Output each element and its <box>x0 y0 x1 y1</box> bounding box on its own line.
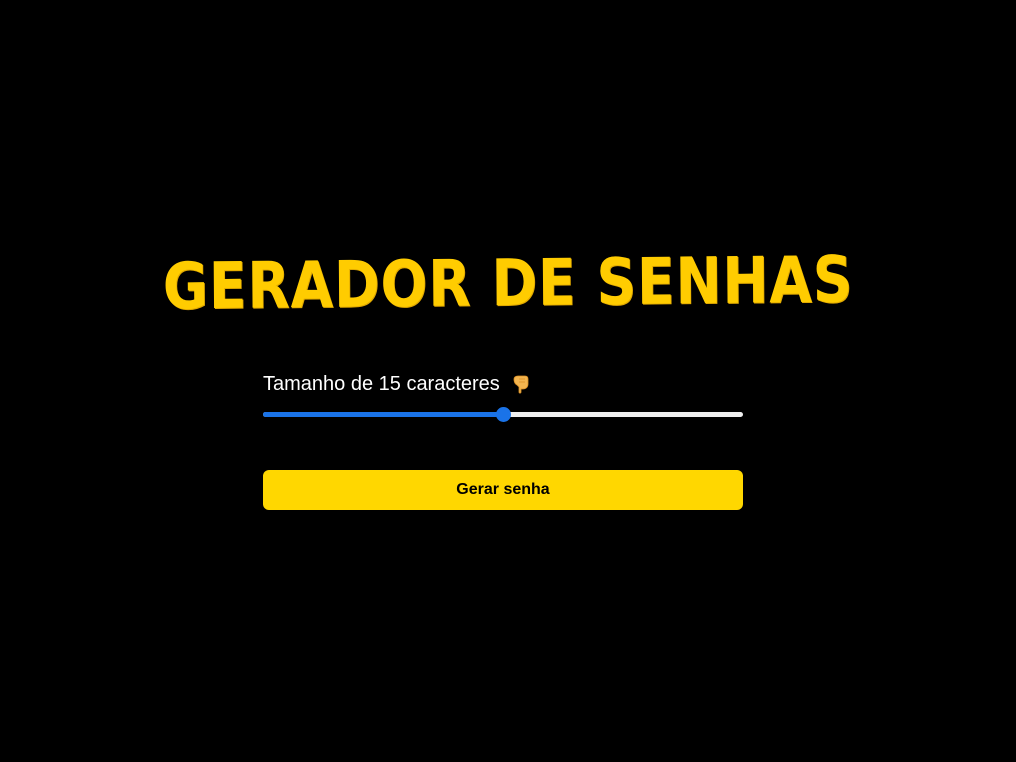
password-form: Tamanho de 15 caracteres Gerar senha <box>263 370 743 510</box>
pointing-down-hand-icon <box>510 373 532 395</box>
length-label-row: Tamanho de 15 caracteres <box>263 370 743 398</box>
generate-password-button[interactable]: Gerar senha <box>263 470 743 510</box>
slider-thumb[interactable] <box>496 407 511 422</box>
length-label: Tamanho de 15 caracteres <box>263 372 500 395</box>
page-title: GERADOR DE SENHAS <box>162 243 854 325</box>
slider-fill <box>263 412 503 417</box>
length-slider[interactable] <box>263 406 743 422</box>
